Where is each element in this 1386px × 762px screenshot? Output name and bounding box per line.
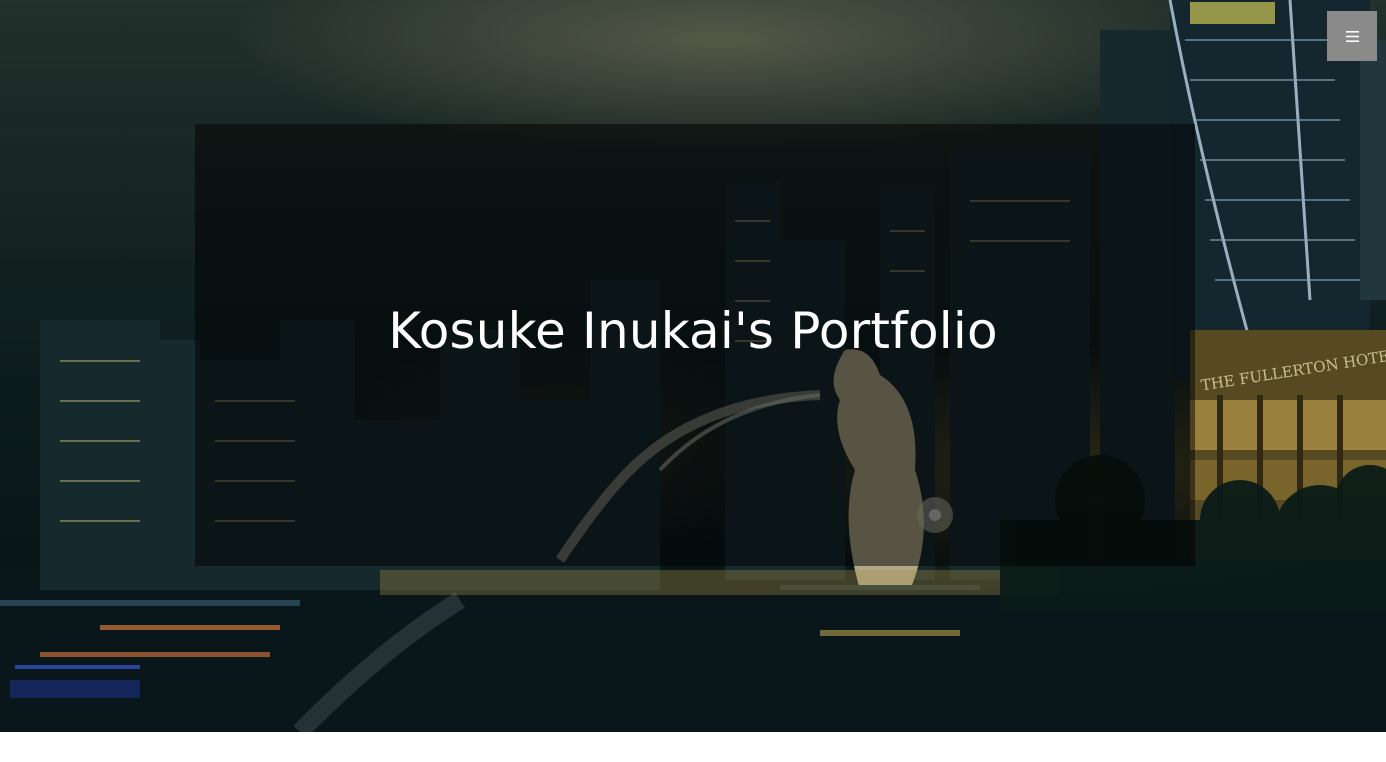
- page-content-start: [0, 732, 1386, 762]
- menu-toggle-button[interactable]: [1327, 11, 1377, 61]
- hero-section: THE FULLERTON HOTEL Kosuke Inukai's Port…: [0, 0, 1386, 732]
- site-title: Kosuke Inukai's Portfolio: [388, 302, 998, 360]
- page: THE FULLERTON HOTEL Kosuke Inukai's Port…: [0, 0, 1386, 762]
- hamburger-menu-icon: [1345, 30, 1359, 42]
